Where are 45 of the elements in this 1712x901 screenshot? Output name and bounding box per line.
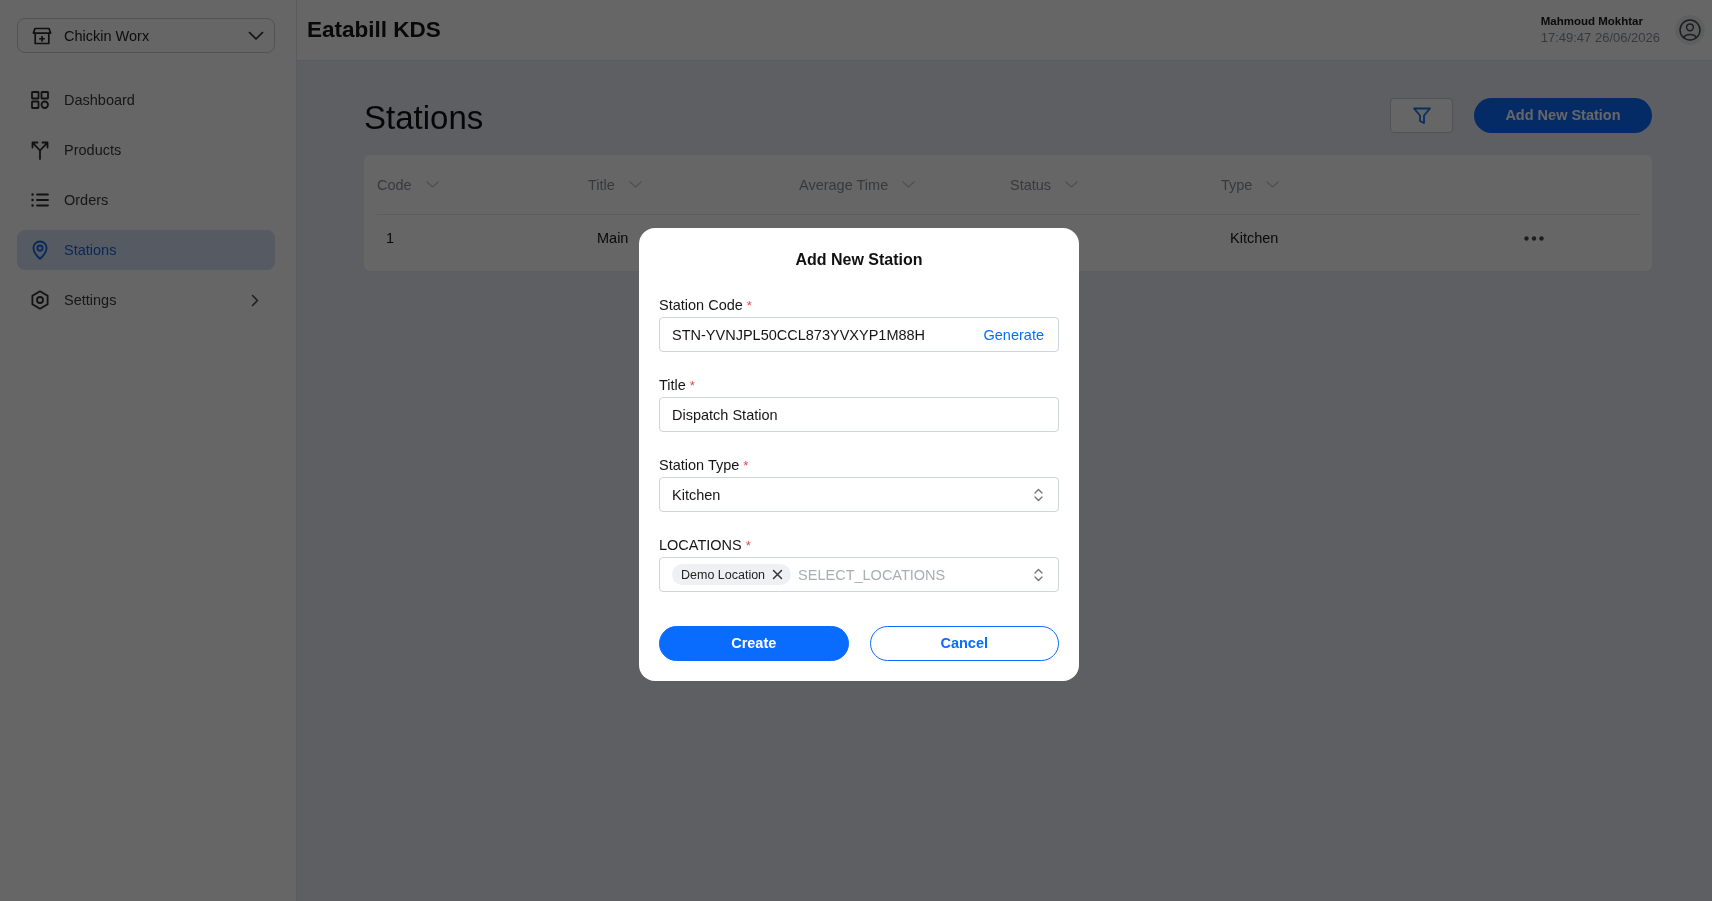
create-button[interactable]: Create (659, 626, 849, 661)
nav-item[interactable]: Orders (17, 180, 275, 220)
page-title: Stations (364, 98, 485, 138)
store-icon (32, 25, 52, 46)
cancel-button[interactable]: Cancel (869, 626, 1059, 661)
user-name: Mahmoud Mokhtar (1540, 15, 1644, 27)
app-title: Eatabill KDS (307, 17, 442, 43)
text-field[interactable]: Dispatch Station (659, 397, 1059, 432)
table-cell-text: 1 (385, 230, 395, 246)
nav-item[interactable]: Stations (17, 230, 275, 270)
nav-item[interactable]: Settings (17, 280, 275, 320)
field-label: Station Type * (659, 456, 749, 475)
sort-chevron-icon (1065, 180, 1079, 189)
settings-icon (30, 290, 50, 310)
text-field[interactable]: STN-YVNJPL50CCL873YVXYP1M88H Generate (659, 317, 1059, 352)
grid-icon (30, 90, 50, 110)
filter-button[interactable] (1390, 98, 1453, 133)
avatar-icon[interactable] (1675, 15, 1705, 45)
list-icon (30, 190, 50, 210)
store-selector[interactable]: Chickin Worx (17, 18, 275, 53)
multi-select-field[interactable]: Demo Location SELECT_LOCATIONS (659, 557, 1059, 592)
sort-chevron-icon (425, 180, 439, 189)
location-tag[interactable]: Demo Location (672, 564, 792, 585)
filter-icon (1411, 106, 1432, 125)
up-down-chevron-icon (1033, 487, 1044, 502)
location-pin-icon (30, 240, 50, 260)
sort-chevron-icon (1266, 180, 1280, 189)
add-station-button[interactable]: Add New Station (1474, 98, 1652, 133)
up-down-chevron-icon (1033, 567, 1044, 582)
sort-chevron-icon (902, 180, 916, 189)
field-label: Title * (659, 376, 695, 395)
more-icon[interactable] (1524, 235, 1544, 241)
table-cell-text: Main (596, 230, 629, 246)
dialog-title: Add New Station (794, 250, 924, 270)
chevron-down-icon (248, 30, 264, 41)
sort-chevron-icon (628, 180, 642, 189)
field-label: LOCATIONS * (659, 536, 751, 555)
field-label: Station Code * (659, 296, 752, 315)
select-field[interactable]: Kitchen (659, 477, 1059, 512)
nav-item[interactable]: Products (17, 130, 275, 170)
split-arrows-icon (30, 140, 50, 160)
close-icon (772, 569, 784, 580)
table-cell-text: Kitchen (1229, 230, 1279, 246)
generate-link[interactable]: Generate (983, 326, 1044, 343)
nav-item[interactable]: Dashboard (17, 80, 275, 120)
